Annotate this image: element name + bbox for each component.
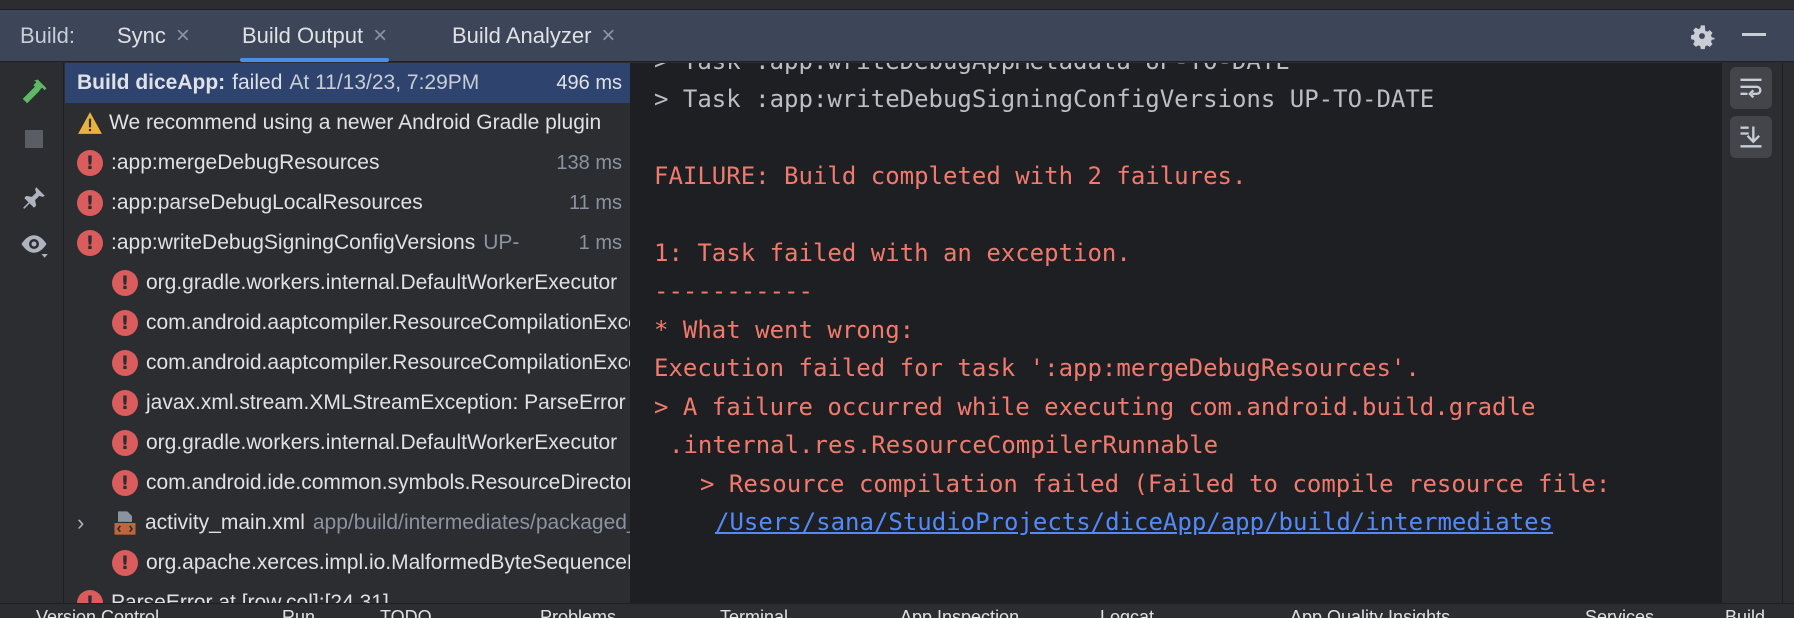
- build-output-tree: Build diceApp: failed At 11/13/23, 7:29P…: [65, 63, 630, 603]
- error-row[interactable]: ! org.apache.xerces.impl.io.MalformedByt…: [65, 543, 630, 583]
- error-icon: !: [112, 350, 138, 376]
- close-icon[interactable]: ×: [601, 22, 615, 50]
- error-icon: !: [77, 150, 103, 176]
- error-message: ParseError at [row,col]:[24,31]: [111, 591, 389, 603]
- build-root-node[interactable]: Build diceApp: failed At 11/13/23, 7:29P…: [65, 63, 630, 103]
- bottom-tool-strip: Version Control Run TODO Problems Termin…: [0, 603, 1794, 618]
- window-top-strip: [0, 0, 1794, 10]
- error-icon: !: [112, 270, 138, 296]
- status-item-logcat[interactable]: Logcat: [1100, 607, 1154, 618]
- console-right-toolbar: [1722, 63, 1782, 603]
- console-line: 1: Task failed with an exception.: [654, 239, 1131, 267]
- build-label: Build:: [20, 23, 76, 48]
- error-icon: !: [112, 310, 138, 336]
- stop-icon[interactable]: [17, 122, 51, 156]
- task-status-suffix: UP-: [483, 231, 520, 254]
- task-label: :app:writeDebugSigningConfigVersions: [111, 231, 476, 254]
- error-icon: !: [112, 430, 138, 456]
- error-message: javax.xml.stream.XMLStreamException: Par…: [146, 391, 626, 414]
- warning-row[interactable]: We recommend using a newer Android Gradl…: [65, 103, 630, 143]
- console-line: > Resource compilation failed (Failed to…: [700, 470, 1611, 498]
- soft-wrap-icon[interactable]: [1730, 67, 1772, 109]
- status-item-build[interactable]: Build: [1725, 607, 1765, 618]
- task-duration: 138 ms: [548, 151, 622, 175]
- tab-build-analyzer[interactable]: Build Analyzer ×: [452, 10, 615, 62]
- error-message: org.gradle.workers.internal.DefaultWorke…: [146, 431, 618, 454]
- console-file-link[interactable]: /Users/sana/StudioProjects/diceApp/app/b…: [715, 508, 1553, 536]
- status-item-app-quality-insights[interactable]: App Quality Insights: [1290, 607, 1450, 618]
- status-item-app-inspection[interactable]: App Inspection: [900, 607, 1019, 618]
- file-name: activity_main.xml: [145, 511, 305, 534]
- build-duration: 496 ms: [548, 71, 622, 95]
- console-line: * What went wrong:: [654, 316, 915, 344]
- pin-icon[interactable]: [17, 181, 51, 215]
- xml-file-icon: [114, 511, 136, 535]
- tab-build-analyzer-label: Build Analyzer: [452, 23, 592, 48]
- error-row[interactable]: ! com.android.aaptcompiler.ResourceCompi…: [65, 303, 630, 343]
- right-edge-strip: [1782, 63, 1794, 603]
- console-line: FAILURE: Build completed with 2 failures…: [654, 162, 1247, 190]
- warning-text: We recommend using a newer Android Gradl…: [109, 111, 602, 134]
- status-item-services[interactable]: Services: [1585, 607, 1654, 618]
- error-icon: !: [77, 190, 103, 216]
- error-row[interactable]: ! javax.xml.stream.XMLStreamException: P…: [65, 383, 630, 423]
- error-row[interactable]: ! ParseError at [row,col]:[24,31]: [65, 583, 630, 603]
- console-line: > Task :app:writeDebugSigningConfigVersi…: [654, 85, 1435, 113]
- error-icon: !: [77, 230, 103, 256]
- tab-build-output-label: Build Output: [242, 23, 364, 48]
- task-row[interactable]: ! :app:parseDebugLocalResources 11 ms: [65, 183, 630, 223]
- close-icon[interactable]: ×: [176, 22, 190, 50]
- error-icon: !: [77, 590, 103, 603]
- error-row[interactable]: ! org.gradle.workers.internal.DefaultWor…: [65, 423, 630, 463]
- status-item-run[interactable]: Run: [282, 607, 315, 618]
- error-icon: !: [112, 470, 138, 496]
- console-line: -----------: [654, 277, 813, 305]
- status-item-problems[interactable]: Problems: [540, 607, 616, 618]
- error-row[interactable]: ! com.android.aaptcompiler.ResourceCompi…: [65, 343, 630, 383]
- build-title: Build diceApp:: [77, 71, 226, 94]
- minimize-icon[interactable]: [1742, 33, 1766, 36]
- build-tool-window-header: Build: Sync × Build Output × Build Analy…: [0, 10, 1794, 62]
- error-icon: !: [112, 550, 138, 576]
- tab-build-output[interactable]: Build Output ×: [239, 10, 390, 62]
- error-message: com.android.aaptcompiler.ResourceCompila…: [146, 351, 630, 374]
- task-label: :app:mergeDebugResources: [111, 151, 380, 174]
- task-row[interactable]: ! :app:mergeDebugResources 138 ms: [65, 143, 630, 183]
- error-message: org.apache.xerces.impl.io.MalformedByteS…: [146, 551, 630, 574]
- error-row[interactable]: ! com.android.ide.common.symbols.Resourc…: [65, 463, 630, 503]
- console-line: Execution failed for task ':app:mergeDeb…: [654, 354, 1420, 382]
- tab-sync[interactable]: Sync ×: [117, 10, 190, 62]
- console-line: .internal.res.ResourceCompilerRunnable: [669, 431, 1219, 459]
- tab-sync-label: Sync: [117, 23, 166, 48]
- build-console-output[interactable]: > Task :app:writeDebugAppMetadata UP-TO-…: [632, 63, 1722, 603]
- error-icon: !: [112, 390, 138, 416]
- chevron-right-icon[interactable]: ›: [77, 510, 101, 536]
- file-path: app/build/intermediates/packaged_res: [312, 511, 630, 534]
- status-item-todo[interactable]: TODO: [380, 607, 432, 618]
- build-status: failed: [232, 71, 283, 94]
- file-row[interactable]: › activity_main.xml app/build/intermedia…: [65, 503, 630, 543]
- close-icon[interactable]: ×: [373, 22, 387, 50]
- error-message: org.gradle.workers.internal.DefaultWorke…: [146, 271, 618, 294]
- task-duration: 1 ms: [570, 231, 622, 255]
- console-line: > A failure occurred while executing com…: [654, 393, 1536, 421]
- status-item-version-control[interactable]: Version Control: [36, 607, 159, 618]
- build-timestamp: At 11/13/23, 7:29PM: [289, 71, 480, 94]
- status-item-terminal[interactable]: Terminal: [720, 607, 788, 618]
- task-label: :app:parseDebugLocalResources: [111, 191, 423, 214]
- task-duration: 11 ms: [561, 191, 622, 215]
- error-message: com.android.aaptcompiler.ResourceCompila…: [146, 311, 630, 334]
- warning-icon: [78, 112, 102, 134]
- console-line: > Task :app:writeDebugAppMetadata UP-TO-…: [654, 63, 1290, 75]
- eye-icon[interactable]: [17, 227, 51, 261]
- scroll-to-end-icon[interactable]: [1730, 116, 1772, 158]
- task-row[interactable]: ! :app:writeDebugSigningConfigVersions U…: [65, 223, 630, 263]
- gear-icon[interactable]: [1686, 20, 1718, 52]
- error-message: com.android.ide.common.symbols.ResourceD…: [146, 471, 630, 494]
- build-hammer-icon[interactable]: [17, 75, 51, 109]
- error-row[interactable]: ! org.gradle.workers.internal.DefaultWor…: [65, 263, 630, 303]
- build-left-toolbar: [0, 63, 64, 603]
